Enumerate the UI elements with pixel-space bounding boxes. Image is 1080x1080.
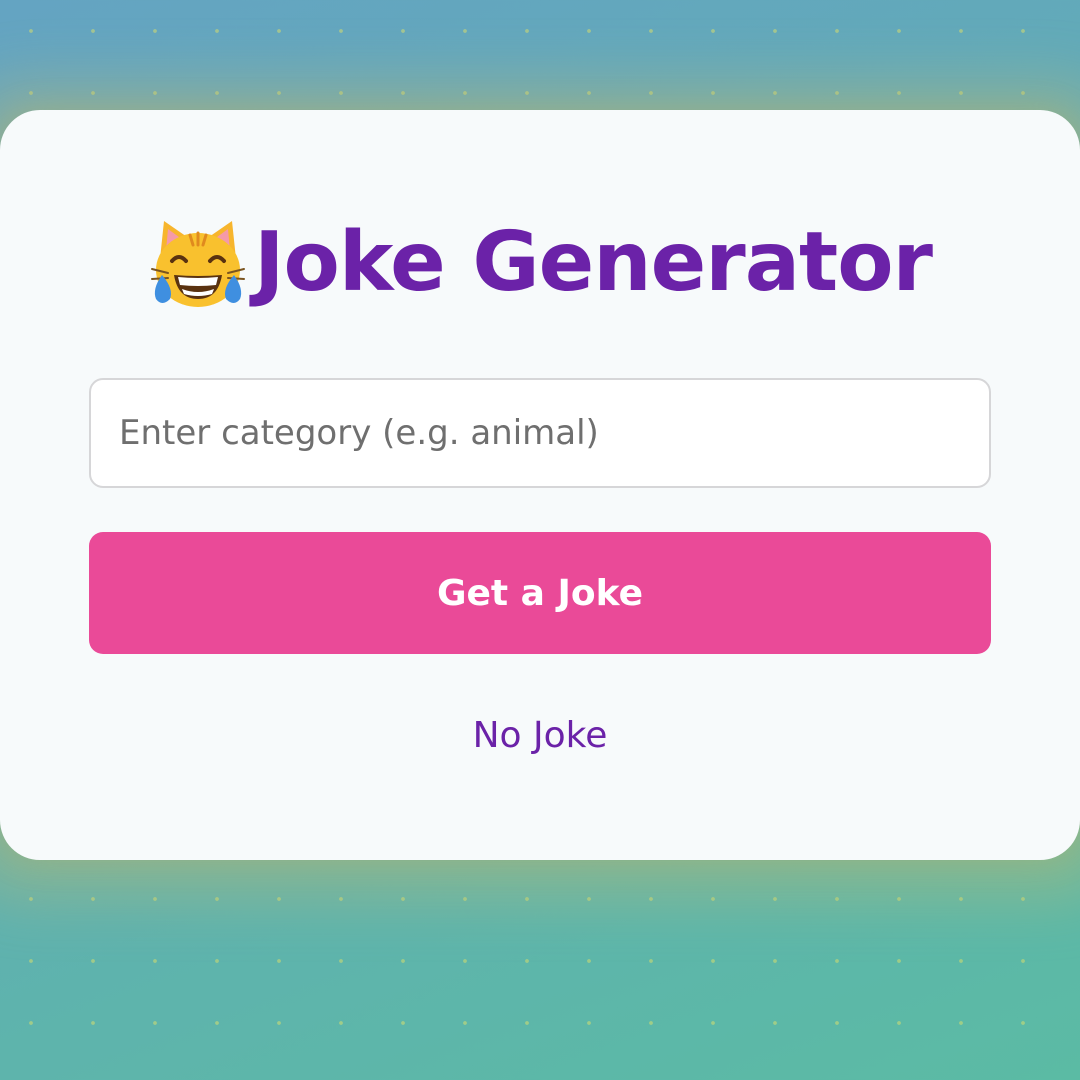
get-joke-button[interactable]: Get a Joke [89, 532, 991, 654]
grinning-cat-with-tears-of-joy-icon [151, 221, 245, 307]
joke-card: Joke Generator Get a Joke No Joke [0, 110, 1080, 860]
category-input[interactable] [91, 380, 989, 486]
page-title: Joke Generator [0, 215, 1080, 310]
category-input-wrapper [89, 378, 991, 488]
joke-result-text: No Joke [472, 715, 608, 756]
page-title-text: Joke Generator [254, 214, 933, 310]
